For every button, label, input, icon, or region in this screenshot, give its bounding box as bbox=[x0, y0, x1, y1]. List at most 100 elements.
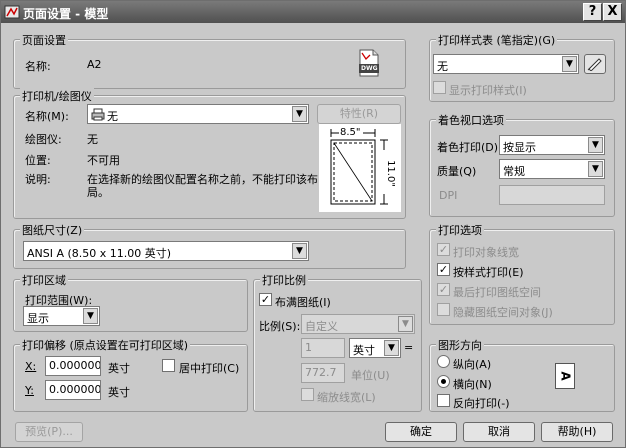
title-bar: 页面设置 - 模型 ? X bbox=[1, 1, 625, 23]
plotter-label: 绘图仪: bbox=[25, 133, 62, 146]
scale-value1-input[interactable]: 1 bbox=[301, 338, 345, 358]
printer-icon bbox=[91, 108, 105, 121]
display-plot-styles-label: 显示打印样式(I) bbox=[449, 84, 527, 97]
offset-x-unit: 英寸 bbox=[108, 362, 130, 375]
scale-label: 比例(S): bbox=[259, 320, 301, 333]
fit-to-paper-checkbox[interactable]: ✓ bbox=[259, 293, 272, 306]
plot-upside-down-checkbox[interactable] bbox=[437, 394, 450, 407]
page-setup-group: 页面设置 bbox=[13, 32, 406, 89]
description-line-2: 局。 bbox=[87, 186, 109, 199]
paper-preview: 8.5" 11.0" bbox=[319, 124, 401, 212]
chevron-down-icon[interactable]: ▼ bbox=[292, 243, 307, 259]
scale-value2-input[interactable]: 772.7 bbox=[301, 363, 345, 383]
offset-x-input[interactable]: 0.000000 bbox=[45, 356, 101, 376]
portrait-label: 纵向(A) bbox=[453, 358, 492, 371]
scale-value: 自定义 bbox=[305, 320, 338, 333]
preview-height-label: 11.0" bbox=[384, 160, 396, 187]
group-title: 打印比例 bbox=[260, 272, 308, 288]
plot-with-styles-label: 按样式打印(E) bbox=[453, 266, 524, 279]
offset-y-input[interactable]: 0.000000 bbox=[45, 380, 101, 400]
dwg-icon-label: DWG bbox=[361, 65, 378, 72]
properties-button[interactable]: 特性(R) bbox=[317, 104, 401, 124]
plot-paperspace-last-checkbox[interactable]: ✓ bbox=[437, 283, 450, 296]
center-plot-checkbox[interactable] bbox=[162, 359, 175, 372]
page-setup-name-value: A2 bbox=[87, 58, 102, 71]
paper-size-select[interactable]: ANSI A (8.50 x 11.00 英寸) ▼ bbox=[23, 241, 309, 261]
shade-plot-label: 着色打印(D) bbox=[437, 141, 499, 154]
plot-upside-down-label: 反向打印(-) bbox=[453, 397, 510, 410]
plot-style-value: 无 bbox=[437, 60, 448, 73]
group-title: 着色视口选项 bbox=[436, 112, 506, 128]
name-label: 名称: bbox=[25, 60, 51, 73]
plot-range-value: 显示 bbox=[27, 312, 49, 325]
group-title: 页面设置 bbox=[20, 32, 68, 48]
landscape-label: 横向(N) bbox=[453, 378, 492, 391]
offset-x-label: X: bbox=[25, 360, 37, 373]
printer-name-value: 无 bbox=[107, 110, 118, 123]
plot-lineweights-checkbox[interactable]: ✓ bbox=[437, 243, 450, 256]
center-plot-label: 居中打印(C) bbox=[179, 362, 240, 375]
window-title: 页面设置 - 模型 bbox=[23, 7, 109, 21]
preview-width-label: 8.5" bbox=[340, 127, 361, 138]
scale-unit-value: 英寸 bbox=[353, 344, 375, 357]
chevron-down-icon[interactable]: ▼ bbox=[398, 316, 413, 332]
plot-lineweights-label: 打印对象线宽 bbox=[453, 246, 519, 259]
plotter-value: 无 bbox=[87, 133, 98, 146]
ok-button[interactable]: 确定 bbox=[385, 422, 457, 442]
scale-select[interactable]: 自定义 ▼ bbox=[301, 314, 415, 334]
description-label: 说明: bbox=[25, 173, 51, 186]
equals-sign: = bbox=[404, 341, 414, 354]
offset-y-unit: 英寸 bbox=[108, 386, 130, 399]
chevron-down-icon[interactable]: ▼ bbox=[384, 340, 399, 356]
dwg-file-icon: DWG bbox=[358, 49, 380, 77]
group-title: 打印区域 bbox=[20, 272, 68, 288]
plot-paperspace-last-label: 最后打印图纸空间 bbox=[453, 286, 541, 299]
paper-size-value: ANSI A (8.50 x 11.00 英寸) bbox=[27, 247, 172, 260]
chevron-down-icon[interactable]: ▼ bbox=[83, 308, 98, 324]
printer-name-select[interactable]: 无 ▼ bbox=[87, 104, 309, 124]
plot-with-styles-checkbox[interactable]: ✓ bbox=[437, 263, 450, 276]
quality-label: 质量(Q) bbox=[437, 165, 477, 178]
group-title: 打印偏移 (原点设置在可打印区域) bbox=[20, 337, 191, 353]
close-button[interactable]: X bbox=[603, 3, 622, 21]
edit-plot-style-button[interactable] bbox=[584, 54, 606, 74]
portrait-radio[interactable] bbox=[437, 355, 450, 368]
chevron-down-icon[interactable]: ▼ bbox=[562, 56, 577, 72]
dpi-label: DPI bbox=[439, 189, 458, 202]
fit-to-paper-label: 布满图纸(I) bbox=[275, 296, 331, 309]
plot-range-select[interactable]: 显示 ▼ bbox=[23, 306, 100, 326]
hide-paperspace-objects-checkbox[interactable] bbox=[437, 303, 450, 316]
help-button[interactable]: 帮助(H) bbox=[541, 422, 613, 442]
description-line-1: 在选择新的绘图仪配置名称之前，不能打印该布 bbox=[87, 173, 318, 186]
chevron-down-icon[interactable]: ▼ bbox=[588, 137, 603, 153]
landscape-radio[interactable] bbox=[437, 375, 450, 388]
group-title: 图纸尺寸(Z) bbox=[20, 222, 85, 238]
chevron-down-icon[interactable]: ▼ bbox=[292, 106, 307, 122]
dpi-input[interactable] bbox=[499, 185, 605, 205]
plot-style-select[interactable]: 无 ▼ bbox=[433, 54, 579, 74]
scale-unit-select[interactable]: 英寸 ▼ bbox=[349, 338, 401, 358]
app-icon bbox=[4, 5, 20, 19]
pencil-icon bbox=[587, 58, 602, 72]
chevron-down-icon[interactable]: ▼ bbox=[588, 161, 603, 177]
quality-select[interactable]: 常规 ▼ bbox=[499, 159, 605, 179]
scale-lineweights-checkbox[interactable] bbox=[301, 388, 314, 401]
group-title: 图形方向 bbox=[436, 337, 484, 353]
display-plot-styles-checkbox[interactable] bbox=[433, 81, 446, 94]
cancel-button[interactable]: 取消 bbox=[463, 422, 535, 442]
shade-plot-value: 按显示 bbox=[503, 141, 536, 154]
orientation-letter: A bbox=[558, 371, 573, 381]
shade-plot-select[interactable]: 按显示 ▼ bbox=[499, 135, 605, 155]
hide-paperspace-objects-label: 隐藏图纸空间对象(J) bbox=[453, 306, 553, 319]
quality-value: 常规 bbox=[503, 165, 525, 178]
help-title-button[interactable]: ? bbox=[583, 3, 602, 21]
printer-name-label: 名称(M): bbox=[25, 110, 69, 123]
preview-button[interactable]: 预览(P)... bbox=[15, 422, 83, 442]
scale-lineweights-label: 缩放线宽(L) bbox=[317, 391, 376, 404]
orientation-preview-icon: A bbox=[555, 363, 575, 389]
plot-offset-group: 打印偏移 (原点设置在可打印区域) bbox=[13, 337, 248, 412]
location-label: 位置: bbox=[25, 154, 51, 167]
group-title: 打印样式表 (笔指定)(G) bbox=[436, 32, 558, 48]
page-setup-dialog: 页面设置 - 模型 ? X 页面设置 名称: A2 DWG 打印机/绘图仪 名称… bbox=[0, 0, 626, 448]
group-title: 打印选项 bbox=[436, 222, 484, 238]
